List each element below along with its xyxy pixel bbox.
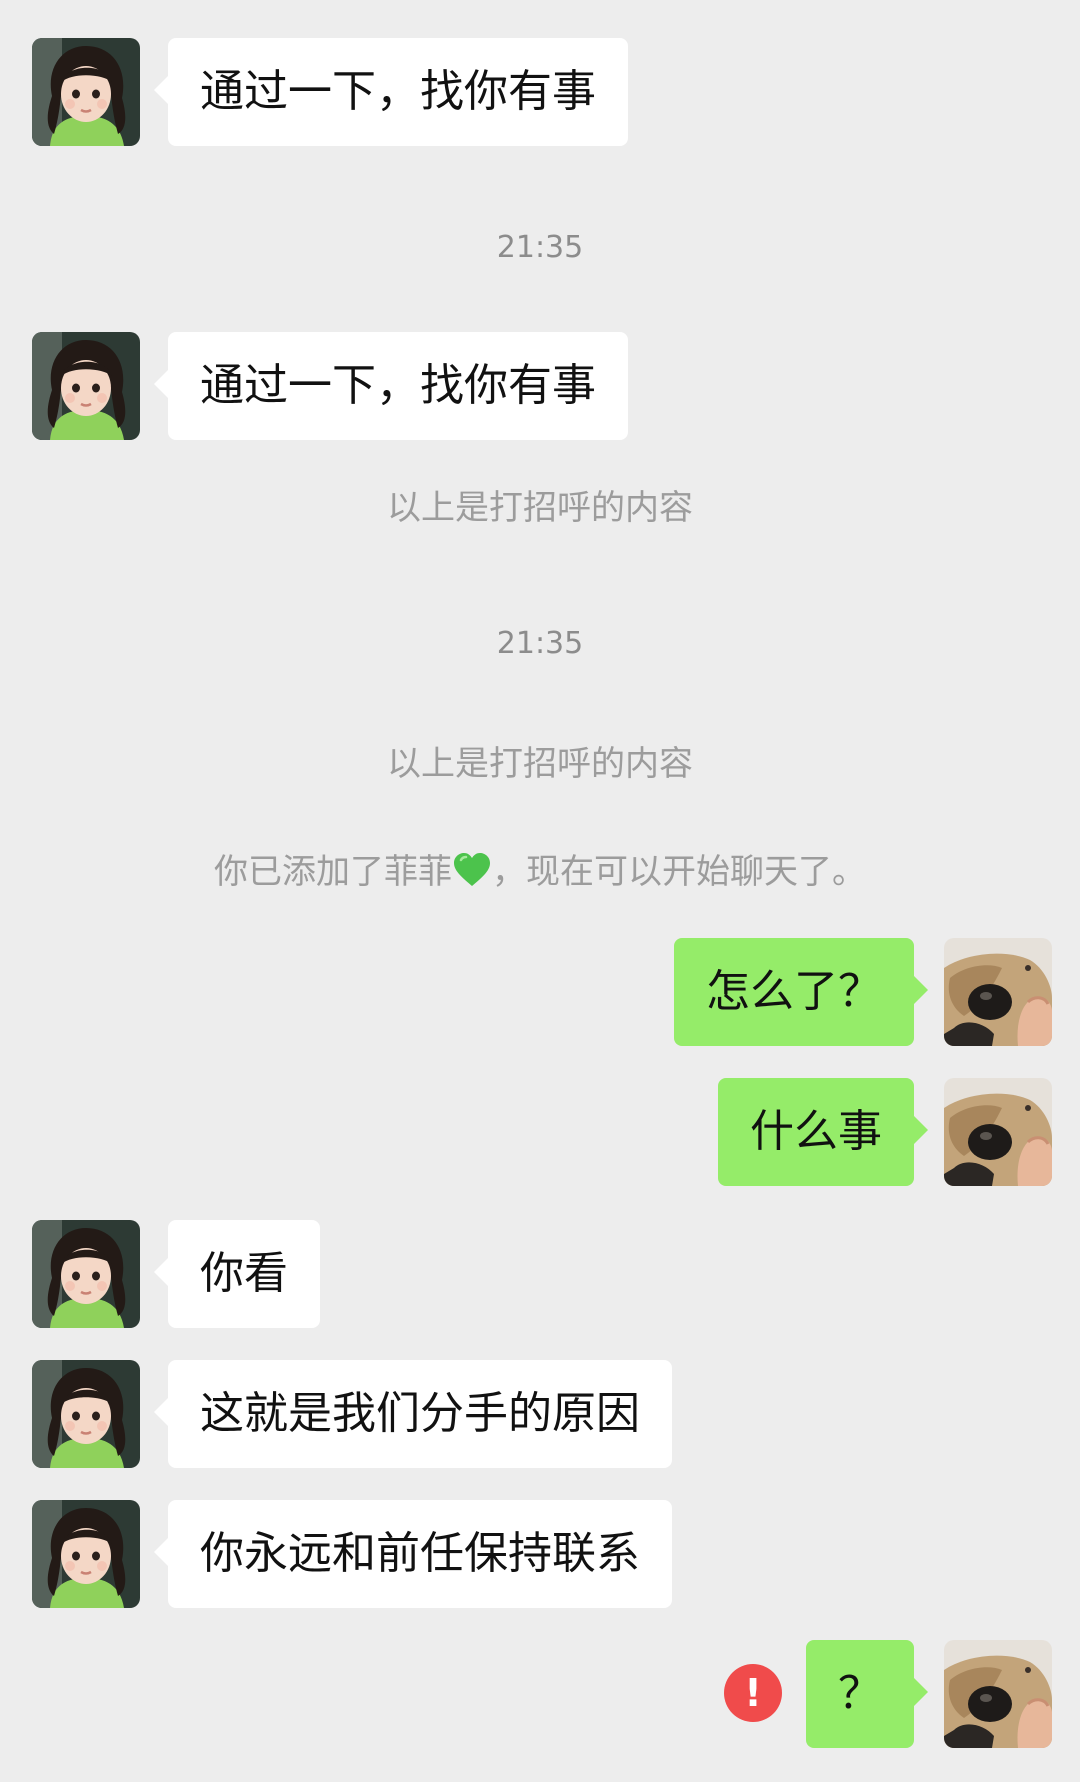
message-bubble-incoming[interactable]: 这就是我们分手的原因 — [154, 1360, 672, 1468]
my-avatar[interactable] — [944, 1078, 1052, 1186]
chat-window[interactable]: 通过一下，找你有事 21:35 通过一下，找你有事 以上是打招呼的内容 21:3… — [0, 0, 1080, 1782]
girl-avatar-image — [32, 1220, 140, 1328]
dog-avatar-image — [944, 938, 1052, 1046]
timestamp: 21:35 — [496, 626, 584, 661]
contact-avatar[interactable] — [32, 1500, 140, 1608]
dog-avatar-image — [944, 1640, 1052, 1748]
message-row-incoming: 通过一下，找你有事 — [32, 332, 628, 440]
message-bubble-incoming[interactable]: 你看 — [154, 1220, 320, 1328]
my-avatar[interactable] — [944, 1640, 1052, 1748]
green-heart-icon — [454, 853, 490, 886]
contact-avatar[interactable] — [32, 1220, 140, 1328]
greeting-note: 以上是打招呼的内容 — [387, 488, 693, 528]
message-row-incoming: 你看 — [32, 1220, 320, 1328]
friend-added-suffix: ，现在可以开始聊天了。 — [492, 852, 866, 892]
girl-avatar-image — [32, 332, 140, 440]
girl-avatar-image — [32, 1500, 140, 1608]
contact-avatar[interactable] — [32, 38, 140, 146]
message-row-incoming: 这就是我们分手的原因 — [32, 1360, 672, 1468]
message-row-incoming: 通过一下，找你有事 — [32, 38, 628, 146]
message-bubble-outgoing[interactable]: 什么事 — [718, 1078, 928, 1186]
friend-added-note: 你已添加了菲菲 ，现在可以开始聊天了。 — [0, 848, 1080, 896]
message-row-outgoing: 怎么了？ — [674, 938, 1052, 1046]
message-bubble-outgoing[interactable]: ？ — [806, 1640, 928, 1748]
timestamp: 21:35 — [496, 230, 584, 265]
girl-avatar-image — [32, 1360, 140, 1468]
contact-avatar[interactable] — [32, 332, 140, 440]
send-failed-icon[interactable]: ! — [724, 1664, 782, 1722]
contact-avatar[interactable] — [32, 1360, 140, 1468]
message-row-incoming: 你永远和前任保持联系 — [32, 1500, 672, 1608]
message-bubble-incoming[interactable]: 通过一下，找你有事 — [154, 38, 628, 146]
dog-avatar-image — [944, 1078, 1052, 1186]
friend-added-prefix: 你已添加了菲菲 — [214, 852, 452, 892]
message-row-outgoing: 什么事 — [718, 1078, 1052, 1186]
message-bubble-incoming[interactable]: 你永远和前任保持联系 — [154, 1500, 672, 1608]
message-bubble-outgoing[interactable]: 怎么了？ — [674, 938, 928, 1046]
my-avatar[interactable] — [944, 938, 1052, 1046]
message-row-outgoing: ？ ! — [724, 1640, 1052, 1748]
girl-avatar-image — [32, 38, 140, 146]
message-bubble-incoming[interactable]: 通过一下，找你有事 — [154, 332, 628, 440]
greeting-note: 以上是打招呼的内容 — [387, 744, 693, 784]
